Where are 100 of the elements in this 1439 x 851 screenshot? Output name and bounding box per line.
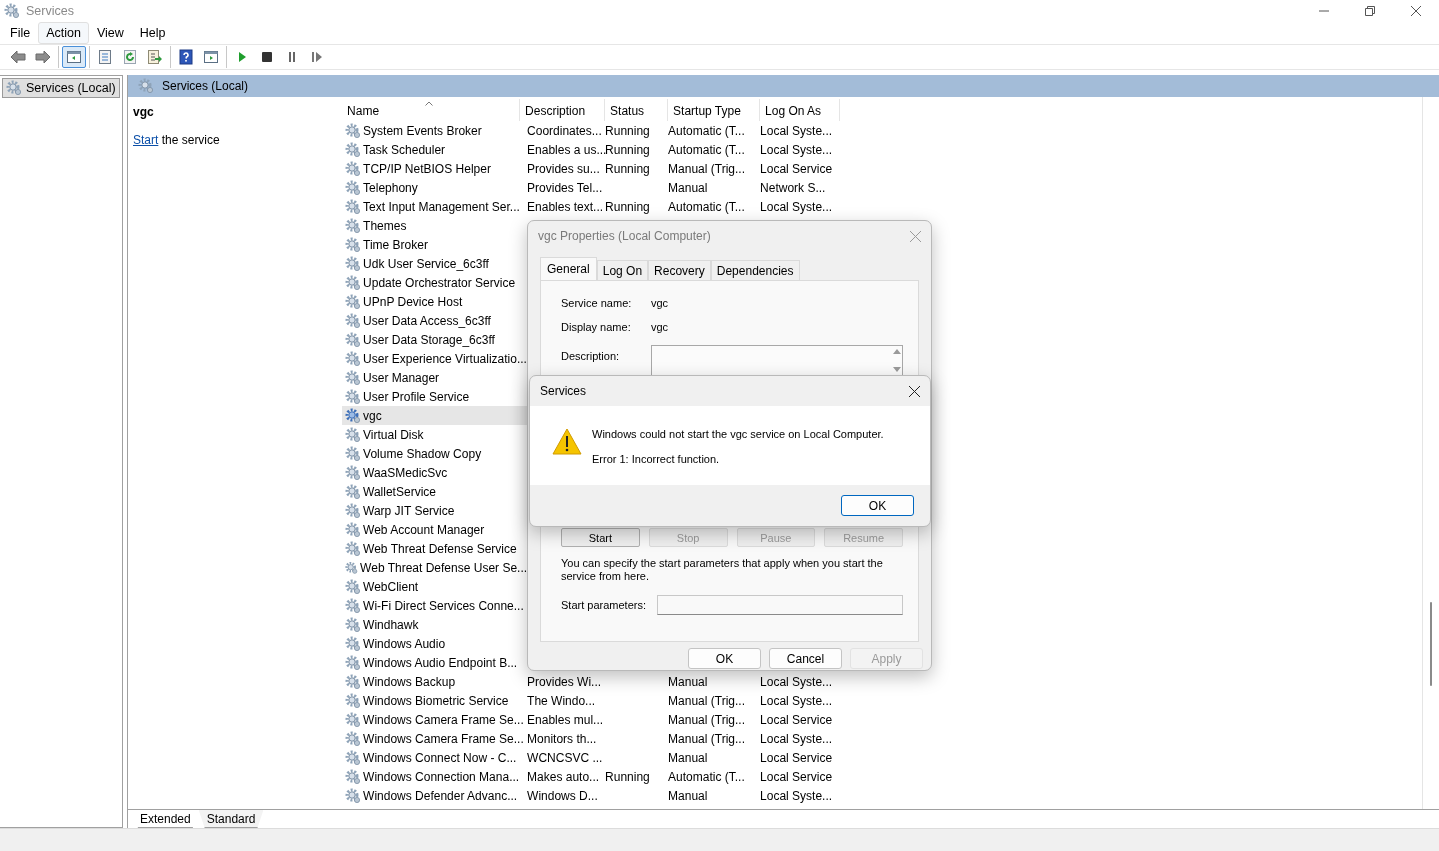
gear-icon xyxy=(345,274,362,291)
name-cell[interactable]: Text Input Management Ser... xyxy=(342,197,528,216)
name-cell[interactable]: Web Threat Defense User Se... xyxy=(342,558,528,577)
service-control-button[interactable]: Start xyxy=(561,528,640,547)
menu-item[interactable]: Help xyxy=(131,22,174,44)
column-header[interactable]: Log On As xyxy=(760,99,841,121)
gear-icon xyxy=(345,616,362,633)
name-cell[interactable]: User Data Storage_6c3ff xyxy=(342,330,528,349)
column-header[interactable]: Startup Type xyxy=(668,99,761,121)
name-cell[interactable]: Windows Backup xyxy=(342,672,528,691)
name-cell[interactable]: Task Scheduler xyxy=(342,140,528,159)
table-cell-text: Local Syste... xyxy=(760,788,834,803)
gear-icon xyxy=(345,388,362,405)
menu-item[interactable]: File xyxy=(2,22,39,44)
service-name: vgc xyxy=(363,408,382,423)
service-name: User Experience Virtualizatio... xyxy=(363,351,527,366)
name-cell[interactable]: Windows Camera Frame Se... xyxy=(342,710,528,729)
name-cell[interactable]: Themes xyxy=(342,216,528,235)
name-cell[interactable]: UPnP Device Host xyxy=(342,292,528,311)
name-cell[interactable]: User Experience Virtualizatio... xyxy=(342,349,528,368)
name-cell[interactable]: WaaSMedicSvc xyxy=(342,463,528,482)
table-cell-text: Manual (Trig... xyxy=(668,161,746,176)
close-icon[interactable] xyxy=(909,385,920,397)
gear-icon xyxy=(345,293,362,310)
column-header[interactable]: Description xyxy=(520,99,606,121)
menu-item[interactable]: View xyxy=(88,22,132,44)
name-cell[interactable]: Warp JIT Service xyxy=(342,501,528,520)
name-cell[interactable]: Volume Shadow Copy xyxy=(342,444,528,463)
name-cell[interactable]: Windows Audio xyxy=(342,634,528,653)
dialog-tab[interactable]: Dependencies xyxy=(710,260,800,280)
name-cell[interactable]: Windows Defender Advanc... xyxy=(342,786,528,805)
service-name: Virtual Disk xyxy=(363,427,424,442)
service-name: Windows Audio Endpoint B... xyxy=(363,655,518,670)
name-cell[interactable]: Windows Connect Now - C... xyxy=(342,748,528,767)
table-cell-text: Manual xyxy=(668,750,709,765)
gear-icon xyxy=(345,787,362,804)
table-cell-text: Monitors th... xyxy=(527,731,598,746)
dialog-button[interactable]: Cancel xyxy=(769,648,842,669)
dialog-tab[interactable]: Recovery xyxy=(648,260,711,280)
name-cell[interactable]: vgc xyxy=(342,406,528,425)
service-name: Windows Camera Frame Se... xyxy=(363,712,524,727)
gear-icon xyxy=(345,141,362,158)
start-link[interactable]: Start xyxy=(133,133,159,147)
name-cell[interactable]: Windows Biometric Service xyxy=(342,691,528,710)
name-cell[interactable]: TCP/IP NetBIOS Helper xyxy=(342,159,528,178)
name-cell[interactable]: WebClient xyxy=(342,577,528,596)
dialog-tab[interactable]: Log On xyxy=(596,260,649,280)
error-code: Error 1: Incorrect function. xyxy=(592,453,721,465)
gear-icon xyxy=(345,483,362,500)
gear-icon xyxy=(345,597,362,614)
ok-button[interactable]: OK xyxy=(841,495,914,516)
scroll-thumb[interactable] xyxy=(1430,602,1433,686)
table-cell-text: Running xyxy=(605,769,651,784)
name-cell[interactable]: Wi-Fi Direct Services Conne... xyxy=(342,596,528,615)
dialog-button[interactable]: OK xyxy=(688,648,761,669)
start-parameters-field[interactable] xyxy=(657,595,903,615)
name-cell[interactable]: User Profile Service xyxy=(342,387,528,406)
service-name: Windows Connection Mana... xyxy=(363,769,520,784)
service-name: Windows Defender Advanc... xyxy=(363,788,518,803)
dialog-tab[interactable]: General xyxy=(540,257,597,280)
view-tab[interactable]: Standard xyxy=(198,810,264,828)
name-cell[interactable]: Time Broker xyxy=(342,235,528,254)
name-cell[interactable]: Udk User Service_6c3ff xyxy=(342,254,528,273)
name-cell[interactable]: Virtual Disk xyxy=(342,425,528,444)
action-text: Start the service xyxy=(133,133,221,147)
table-cell-text: Automatic (T... xyxy=(668,142,746,157)
table-cell-text: Local Syste... xyxy=(760,142,834,157)
name-cell[interactable]: Telephony xyxy=(342,178,528,197)
name-cell[interactable]: System Events Broker xyxy=(342,121,528,140)
name-cell[interactable]: Windows Camera Frame Se... xyxy=(342,729,528,748)
service-name: Time Broker xyxy=(363,237,428,252)
name-cell[interactable]: Windows Connection Mana... xyxy=(342,767,528,786)
service-name: User Data Access_6c3ff xyxy=(363,313,491,328)
name-cell[interactable]: WalletService xyxy=(342,482,528,501)
service-name: Telephony xyxy=(363,180,418,195)
name-cell[interactable]: Update Orchestrator Service xyxy=(342,273,528,292)
field-label: Display name: xyxy=(561,321,632,333)
gear-icon xyxy=(345,540,362,557)
gear-icon xyxy=(345,559,359,576)
column-header[interactable]: Status xyxy=(605,99,669,121)
name-cell[interactable]: User Data Access_6c3ff xyxy=(342,311,528,330)
name-cell[interactable]: Windhawk xyxy=(342,615,528,634)
gear-icon xyxy=(345,369,362,386)
gear-icon xyxy=(345,521,362,538)
table-cell-text: Provides Wi... xyxy=(527,674,603,689)
gear-icon xyxy=(345,673,362,690)
table-cell-text: Manual xyxy=(668,180,709,195)
console-tree-button[interactable] xyxy=(62,46,86,68)
name-cell[interactable]: Web Threat Defense Service xyxy=(342,539,528,558)
name-cell[interactable]: Windows Audio Endpoint B... xyxy=(342,653,528,672)
name-cell[interactable]: User Manager xyxy=(342,368,528,387)
menu-item[interactable]: Action xyxy=(38,22,89,44)
gear-icon xyxy=(345,768,362,785)
name-cell[interactable]: Web Account Manager xyxy=(342,520,528,539)
tree-item[interactable]: Services (Local) xyxy=(2,78,120,98)
gear-icon xyxy=(345,312,362,329)
column-header[interactable]: Name xyxy=(342,99,521,121)
table-cell-text: Windows D... xyxy=(527,788,599,803)
service-name: Wi-Fi Direct Services Conne... xyxy=(363,598,524,613)
table-cell-text: Local Syste... xyxy=(760,123,834,138)
